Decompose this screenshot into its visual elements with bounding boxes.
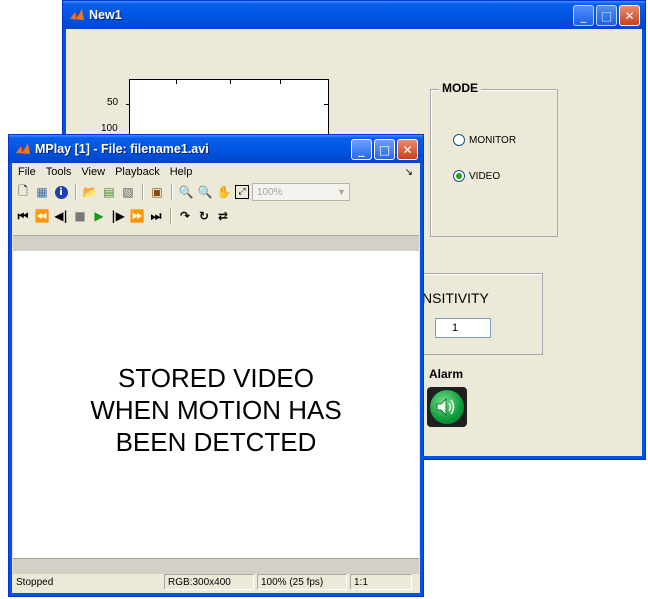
speaker-icon <box>436 398 455 416</box>
go-to-start-icon[interactable]: ⏮ <box>15 208 31 224</box>
autoreverse-icon[interactable]: ⇄ <box>215 208 231 224</box>
minimize-button[interactable]: _ <box>351 139 372 160</box>
status-zoom-fps: 100% (25 fps) <box>257 574 347 590</box>
y-tick-label: 50 <box>107 97 119 108</box>
radio-button-icon <box>453 134 465 146</box>
zoom-out-icon[interactable]: 🔍 <box>197 184 213 200</box>
alarm-button[interactable] <box>427 387 467 427</box>
rewind-icon[interactable]: ⏪ <box>34 208 50 224</box>
fast-forward-icon[interactable]: ⏩ <box>129 208 145 224</box>
radio-monitor[interactable]: MONITOR <box>453 134 516 146</box>
pan-hand-icon[interactable]: ✋ <box>216 184 232 200</box>
status-ratio: 1:1 <box>350 574 412 590</box>
window-title: MPlay [1] - File: filename1.avi <box>35 142 209 156</box>
new1-titlebar[interactable]: New1 _ □ ✕ <box>63 1 645 29</box>
chevron-down-icon: ▼ <box>337 187 346 197</box>
status-bar: Stopped RGB:300x400 100% (25 fps) 1:1 <box>13 572 419 592</box>
sensitivity-panel: NSITIVITY 1 <box>420 273 543 355</box>
new-document-icon[interactable]: 🗋 <box>15 184 31 200</box>
video-display: STORED VIDEO WHEN MOTION HAS BEEN DETCTE… <box>13 251 419 558</box>
zoom-dropdown[interactable]: 100% ▼ <box>252 183 350 201</box>
radio-label: VIDEO <box>469 170 501 182</box>
print-icon[interactable]: ▣ <box>149 184 165 200</box>
snapshot-icon[interactable]: ▧ <box>120 184 136 200</box>
go-to-end-icon[interactable]: ⏭ <box>148 208 164 224</box>
minimize-icon: _ <box>358 142 365 157</box>
radio-video[interactable]: VIDEO <box>453 170 500 182</box>
close-button[interactable]: ✕ <box>619 5 640 26</box>
sensitivity-panel-title: NSITIVITY <box>422 290 489 306</box>
main-toolbar: 🗋 ▦ i 📂 ▤ ▧ ▣ 🔍 🔍 ✋ ⤢ 100% ▼ <box>13 181 419 203</box>
maximize-button[interactable]: □ <box>374 139 395 160</box>
mplay-titlebar[interactable]: MPlay [1] - File: filename1.avi _ □ ✕ <box>9 135 423 163</box>
window-title: New1 <box>89 8 122 22</box>
playback-toolbar: ⏮ ⏪ ◀| ■ ▶ |▶ ⏩ ⏭ ↷ ↻ ⇄ <box>13 205 419 227</box>
mode-panel-title: MODE <box>439 81 481 95</box>
matlab-icon <box>16 143 30 154</box>
alarm-label: Alarm <box>429 367 464 381</box>
menu-view[interactable]: View <box>76 166 110 178</box>
minimize-button[interactable]: _ <box>573 5 594 26</box>
maximize-button[interactable]: □ <box>596 5 617 26</box>
divider-band <box>13 235 419 251</box>
video-frame-text: STORED VIDEO WHEN MOTION HAS BEEN DETCTE… <box>90 362 342 457</box>
step-forward-icon[interactable]: |▶ <box>110 208 126 224</box>
stop-icon[interactable]: ■ <box>72 208 88 224</box>
open-folder-icon[interactable]: 📂 <box>82 184 98 200</box>
loop-icon[interactable]: ↻ <box>196 208 212 224</box>
close-icon: ✕ <box>624 8 635 23</box>
minimize-icon: _ <box>580 8 587 23</box>
y-tick-label: 100 <box>101 123 118 134</box>
status-format: RGB:300x400 <box>164 574 254 590</box>
jump-to-icon[interactable]: ↷ <box>177 208 193 224</box>
radio-label: MONITOR <box>469 134 517 146</box>
sensitivity-input[interactable]: 1 <box>435 318 491 338</box>
menu-help[interactable]: Help <box>165 166 198 178</box>
maximize-icon: □ <box>600 8 613 23</box>
alarm-group: Alarm <box>421 365 481 439</box>
close-button[interactable]: ✕ <box>397 139 418 160</box>
zoom-value: 100% <box>257 186 283 198</box>
menu-file[interactable]: File <box>13 166 41 178</box>
status-state: Stopped <box>16 576 54 588</box>
close-icon: ✕ <box>402 142 413 157</box>
menu-playback[interactable]: Playback <box>110 166 165 178</box>
maximize-icon: □ <box>378 142 391 157</box>
step-back-icon[interactable]: ◀| <box>53 208 69 224</box>
fit-to-view-icon[interactable]: ⤢ <box>235 185 249 199</box>
matlab-icon <box>70 9 84 20</box>
menu-overflow-icon[interactable]: ↘ <box>405 167 413 178</box>
radio-button-selected-icon <box>453 170 465 182</box>
export-icon[interactable]: ▤ <box>101 184 117 200</box>
zoom-in-icon[interactable]: 🔍 <box>178 184 194 200</box>
menu-tools[interactable]: Tools <box>41 166 77 178</box>
mode-panel: MODE MONITOR VIDEO <box>430 81 558 237</box>
info-icon[interactable]: i <box>53 184 69 200</box>
mplay-client: File Tools View Playback Help ↘ 🗋 ▦ i 📂 … <box>13 163 419 592</box>
play-icon[interactable]: ▶ <box>91 208 107 224</box>
open-connect-icon[interactable]: ▦ <box>34 184 50 200</box>
mplay-window: MPlay [1] - File: filename1.avi _ □ ✕ Fi… <box>8 134 424 597</box>
menu-bar: File Tools View Playback Help ↘ <box>13 163 419 181</box>
